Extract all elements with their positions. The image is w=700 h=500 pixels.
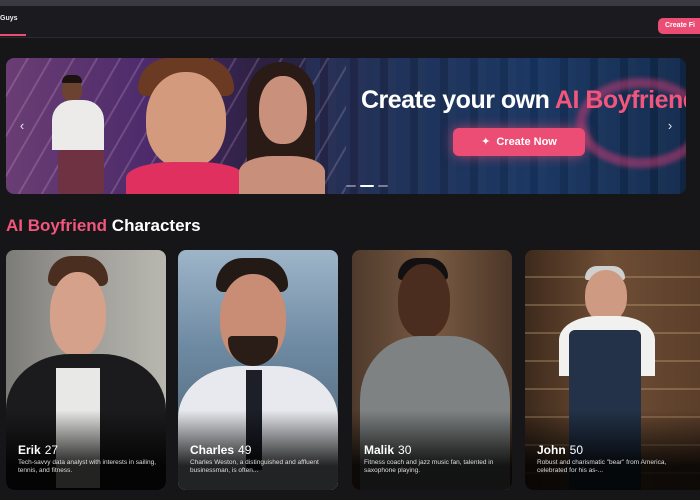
banner-man-long-hair bbox=[221, 58, 336, 194]
carousel-dot[interactable] bbox=[346, 185, 356, 187]
carousel-dots bbox=[346, 185, 388, 187]
create-now-button[interactable]: ✦ Create Now bbox=[453, 128, 585, 156]
section-title: AI Boyfriend Characters bbox=[6, 216, 201, 236]
carousel-dot-active[interactable] bbox=[360, 185, 374, 187]
character-card-malik[interactable]: Malik 30 Fitness coach and jazz music fan… bbox=[352, 250, 512, 490]
hero-banner[interactable]: Create your own AI Boyfriend ✦ Create Now… bbox=[6, 58, 686, 194]
create-now-label: Create Now bbox=[496, 136, 557, 148]
section-title-accent: AI Boyfriend bbox=[6, 216, 108, 235]
section-title-rest: Characters bbox=[107, 216, 201, 235]
character-card-erik[interactable]: Erik 27 Tech-savvy data analyst with inte… bbox=[6, 250, 166, 490]
character-card-john[interactable]: John 50 Robust and charismatic "bear" fro… bbox=[525, 250, 700, 490]
carousel-dot[interactable] bbox=[378, 185, 388, 187]
banner-title-accent: AI Boyfriend bbox=[554, 86, 686, 114]
chevron-right-icon[interactable]: › bbox=[663, 118, 677, 133]
character-age: 49 bbox=[238, 443, 252, 457]
character-age: 30 bbox=[398, 443, 412, 457]
character-description: Robust and charismatic "bear" from Ameri… bbox=[537, 459, 667, 474]
chevron-left-icon[interactable]: ‹ bbox=[15, 118, 29, 133]
character-name: Charles 49 bbox=[190, 443, 252, 457]
character-name: John 50 bbox=[537, 443, 584, 457]
character-name: Malik 30 bbox=[364, 443, 412, 457]
magic-wand-icon: ✦ bbox=[481, 136, 491, 148]
banner-title: Create your own AI Boyfriend bbox=[361, 86, 686, 115]
top-nav: Guys Create Fi bbox=[0, 6, 700, 38]
character-name: Erik 27 bbox=[18, 443, 59, 457]
banner-title-prefix: Create your own bbox=[361, 86, 555, 114]
character-description: Fitness coach and jazz music fan, talent… bbox=[364, 459, 494, 474]
character-grid: Erik 27 Tech-savvy data analyst with inte… bbox=[6, 250, 700, 500]
create-character-button[interactable]: Create Fi bbox=[658, 18, 700, 34]
banner-man-white-shirt bbox=[48, 70, 120, 194]
character-age: 27 bbox=[44, 443, 59, 457]
character-card-charles[interactable]: Charles 49 Charles Weston, a distinguishe… bbox=[178, 250, 338, 490]
character-age: 50 bbox=[569, 443, 584, 457]
nav-tab-guys[interactable]: Guys bbox=[0, 15, 26, 36]
character-description: Charles Weston, a distinguished and affl… bbox=[190, 459, 319, 474]
character-description: Tech-savvy data analyst with interests i… bbox=[18, 459, 157, 474]
